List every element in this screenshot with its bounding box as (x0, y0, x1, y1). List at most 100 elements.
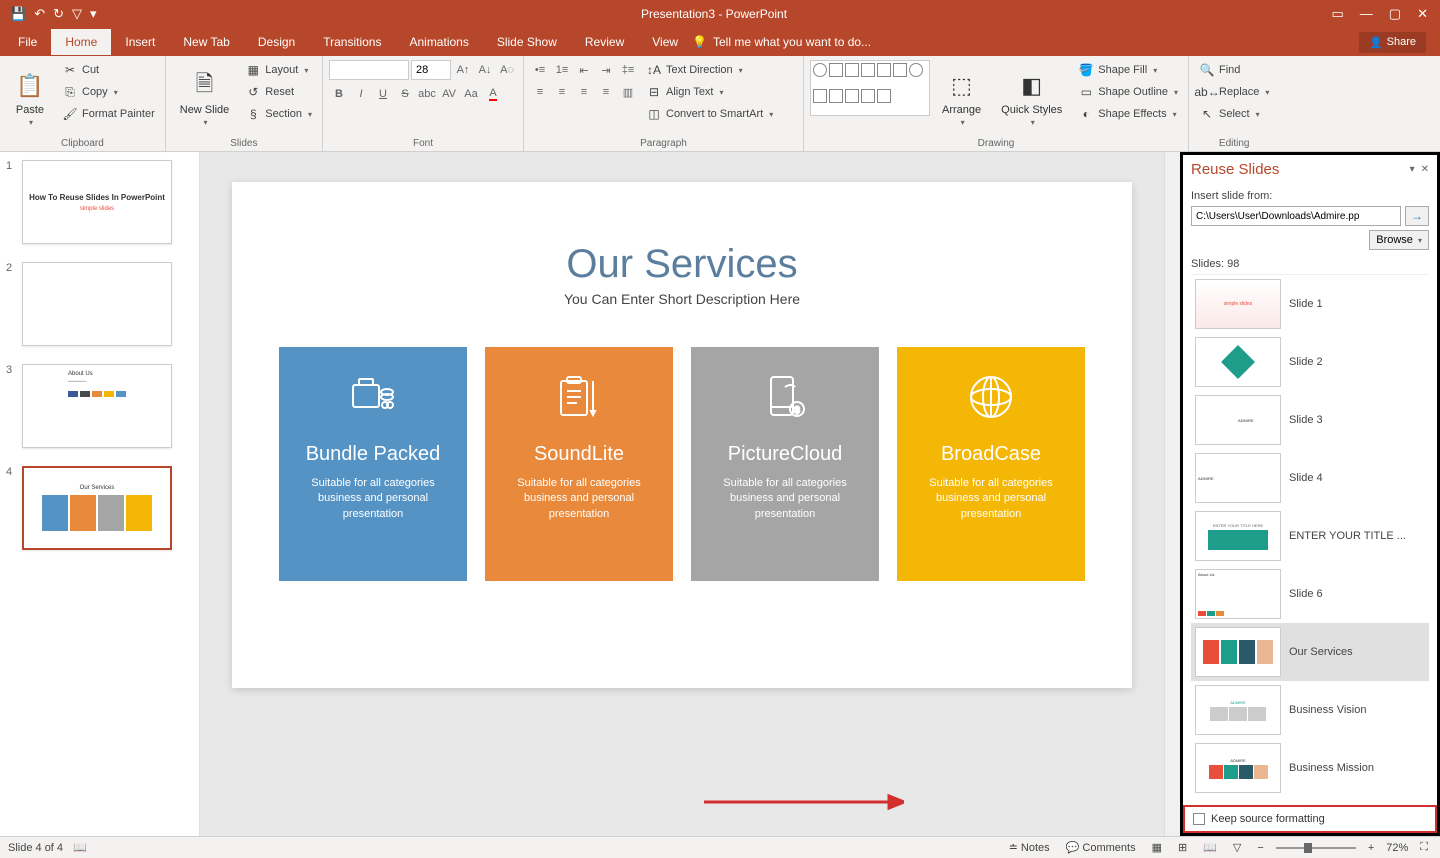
tab-slideshow[interactable]: Slide Show (483, 29, 571, 55)
vertical-scrollbar[interactable] (1164, 152, 1180, 836)
slide-title[interactable]: Our Services (566, 242, 797, 287)
minimize-icon[interactable]: — (1360, 6, 1373, 22)
justify-button[interactable]: ≡ (596, 82, 616, 102)
reuse-browse-button[interactable]: Browse ▾ (1369, 230, 1429, 250)
arrange-button[interactable]: ⬚Arrange▾ (934, 60, 989, 136)
tab-animations[interactable]: Animations (395, 29, 482, 55)
underline-button[interactable]: U (373, 84, 393, 104)
slide-thumb-3[interactable]: About Us ━━━━━━ (22, 364, 172, 448)
slide-thumb-1[interactable]: How To Reuse Slides In PowerPoint simple… (22, 160, 172, 244)
tab-home[interactable]: Home (51, 29, 111, 55)
clear-format-button[interactable]: A◌ (497, 60, 517, 80)
reuse-item-9[interactable]: ADMIREBusiness Mission (1191, 739, 1429, 797)
tab-insert[interactable]: Insert (111, 29, 169, 55)
tellme-search[interactable]: 💡 Tell me what you want to do... (692, 35, 871, 49)
reuse-item-3[interactable]: ADMIRESlide 3 (1191, 391, 1429, 449)
reuse-item-1[interactable]: simple slidesSlide 1 (1191, 275, 1429, 333)
maximize-icon[interactable]: ▢ (1389, 6, 1401, 22)
reuse-item-5[interactable]: ENTER YOUR TITLE HEREENTER YOUR TITLE ..… (1191, 507, 1429, 565)
shape-outline-button[interactable]: ▭Shape Outline▾ (1074, 82, 1182, 102)
font-size-input[interactable] (411, 60, 451, 80)
numbering-button[interactable]: 1≡ (552, 60, 572, 80)
bold-button[interactable]: B (329, 84, 349, 104)
share-button[interactable]: 👤 Share (1359, 32, 1426, 53)
tab-design[interactable]: Design (244, 29, 309, 55)
shapes-gallery[interactable] (810, 60, 930, 116)
text-direction-button[interactable]: ↕AText Direction▾ (642, 60, 777, 80)
service-card-3[interactable]: $ PictureCloud Suitable for all categori… (691, 347, 879, 581)
bullets-button[interactable]: •≡ (530, 60, 550, 80)
reuse-item-8[interactable]: ADMIREBusiness Vision (1191, 681, 1429, 739)
comments-button[interactable]: 💬 Comments (1062, 841, 1140, 854)
smartart-button[interactable]: ◫Convert to SmartArt▾ (642, 104, 777, 124)
new-slide-button[interactable]: 🗎 New Slide ▾ (172, 60, 238, 136)
startshow-icon[interactable]: ▽ (72, 6, 82, 22)
decrease-font-button[interactable]: A↓ (475, 60, 495, 80)
fit-window-button[interactable]: ⛶ (1416, 841, 1432, 854)
notes-button[interactable]: ≐ Notes (1005, 841, 1054, 854)
reuse-item-2[interactable]: Slide 2 (1191, 333, 1429, 391)
align-left-button[interactable]: ≡ (530, 82, 550, 102)
sorter-view-button[interactable]: ⊞ (1174, 841, 1191, 854)
paste-button[interactable]: 📋 Paste ▾ (6, 60, 54, 136)
tab-file[interactable]: File (4, 29, 51, 55)
keep-source-formatting-row[interactable]: Keep source formatting (1183, 805, 1437, 833)
shape-effects-button[interactable]: ◐Shape Effects▾ (1074, 104, 1182, 124)
align-right-button[interactable]: ≡ (574, 82, 594, 102)
slide-thumbnail-panel[interactable]: 1 How To Reuse Slides In PowerPoint simp… (0, 152, 200, 836)
normal-view-button[interactable]: ▦ (1148, 841, 1166, 854)
find-button[interactable]: 🔍Find (1195, 60, 1273, 80)
slide-thumb-2[interactable] (22, 262, 172, 346)
tab-review[interactable]: Review (571, 29, 638, 55)
decrease-indent-button[interactable]: ⇤ (574, 60, 594, 80)
line-spacing-button[interactable]: ‡≡ (618, 60, 638, 80)
font-color-button[interactable]: A (483, 84, 503, 104)
service-card-2[interactable]: SoundLite Suitable for all categories bu… (485, 347, 673, 581)
spellcheck-icon[interactable]: 📖 (73, 841, 87, 854)
zoom-out-button[interactable]: − (1253, 842, 1267, 854)
ribbon-display-icon[interactable]: ▭ (1332, 6, 1344, 22)
reuse-item-4[interactable]: ADMIRESlide 4 (1191, 449, 1429, 507)
quick-styles-button[interactable]: ◧Quick Styles▾ (993, 60, 1070, 136)
copy-button[interactable]: ⎘Copy▾ (58, 82, 159, 102)
reuse-slides-list[interactable]: simple slidesSlide 1 Slide 2 ADMIRESlide… (1191, 274, 1429, 799)
strikethrough-button[interactable]: S (395, 84, 415, 104)
section-button[interactable]: §Section▾ (241, 104, 316, 124)
columns-button[interactable]: ▥ (618, 82, 638, 102)
save-icon[interactable]: 💾 (10, 6, 26, 22)
service-card-4[interactable]: BroadCase Suitable for all categories bu… (897, 347, 1085, 581)
pane-close-icon[interactable]: ✕ (1421, 164, 1429, 175)
align-center-button[interactable]: ≡ (552, 82, 572, 102)
slide-subtitle[interactable]: You Can Enter Short Description Here (564, 291, 800, 307)
slide-canvas[interactable]: Our Services You Can Enter Short Descrip… (232, 182, 1132, 688)
shadow-button[interactable]: abc (417, 84, 437, 104)
tab-view[interactable]: View (638, 29, 692, 55)
service-card-1[interactable]: Bundle Packed Suitable for all categorie… (279, 347, 467, 581)
format-painter-button[interactable]: 🖌Format Painter (58, 104, 159, 124)
redo-icon[interactable]: ↻ (53, 6, 64, 22)
tab-newtab[interactable]: New Tab (169, 29, 243, 55)
zoom-level[interactable]: 72% (1386, 842, 1408, 854)
keep-source-checkbox[interactable] (1193, 813, 1205, 825)
font-name-input[interactable] (329, 60, 409, 80)
cut-button[interactable]: ✂Cut (58, 60, 159, 80)
reset-button[interactable]: ↺Reset (241, 82, 316, 102)
zoom-slider[interactable] (1276, 847, 1356, 849)
qat-dropdown-icon[interactable]: ▾ (90, 6, 97, 22)
zoom-in-button[interactable]: + (1364, 842, 1378, 854)
reuse-go-button[interactable]: → (1405, 206, 1429, 226)
increase-indent-button[interactable]: ⇥ (596, 60, 616, 80)
replace-button[interactable]: ab↔Replace▾ (1195, 82, 1273, 102)
pane-dropdown-icon[interactable]: ▾ (1410, 164, 1415, 175)
increase-font-button[interactable]: A↑ (453, 60, 473, 80)
slide-thumb-4[interactable]: Our Services (22, 466, 172, 550)
layout-button[interactable]: ▦Layout▾ (241, 60, 316, 80)
reuse-item-7[interactable]: Our Services (1191, 623, 1429, 681)
slideshow-view-button[interactable]: ▽ (1229, 841, 1245, 854)
shape-fill-button[interactable]: 🪣Shape Fill▾ (1074, 60, 1182, 80)
align-text-button[interactable]: ⊟Align Text▾ (642, 82, 777, 102)
slide-editor[interactable]: Our Services You Can Enter Short Descrip… (200, 152, 1164, 836)
reading-view-button[interactable]: 📖 (1199, 841, 1221, 854)
undo-icon[interactable]: ↶ (34, 6, 45, 22)
reuse-item-6[interactable]: About UsSlide 6 (1191, 565, 1429, 623)
